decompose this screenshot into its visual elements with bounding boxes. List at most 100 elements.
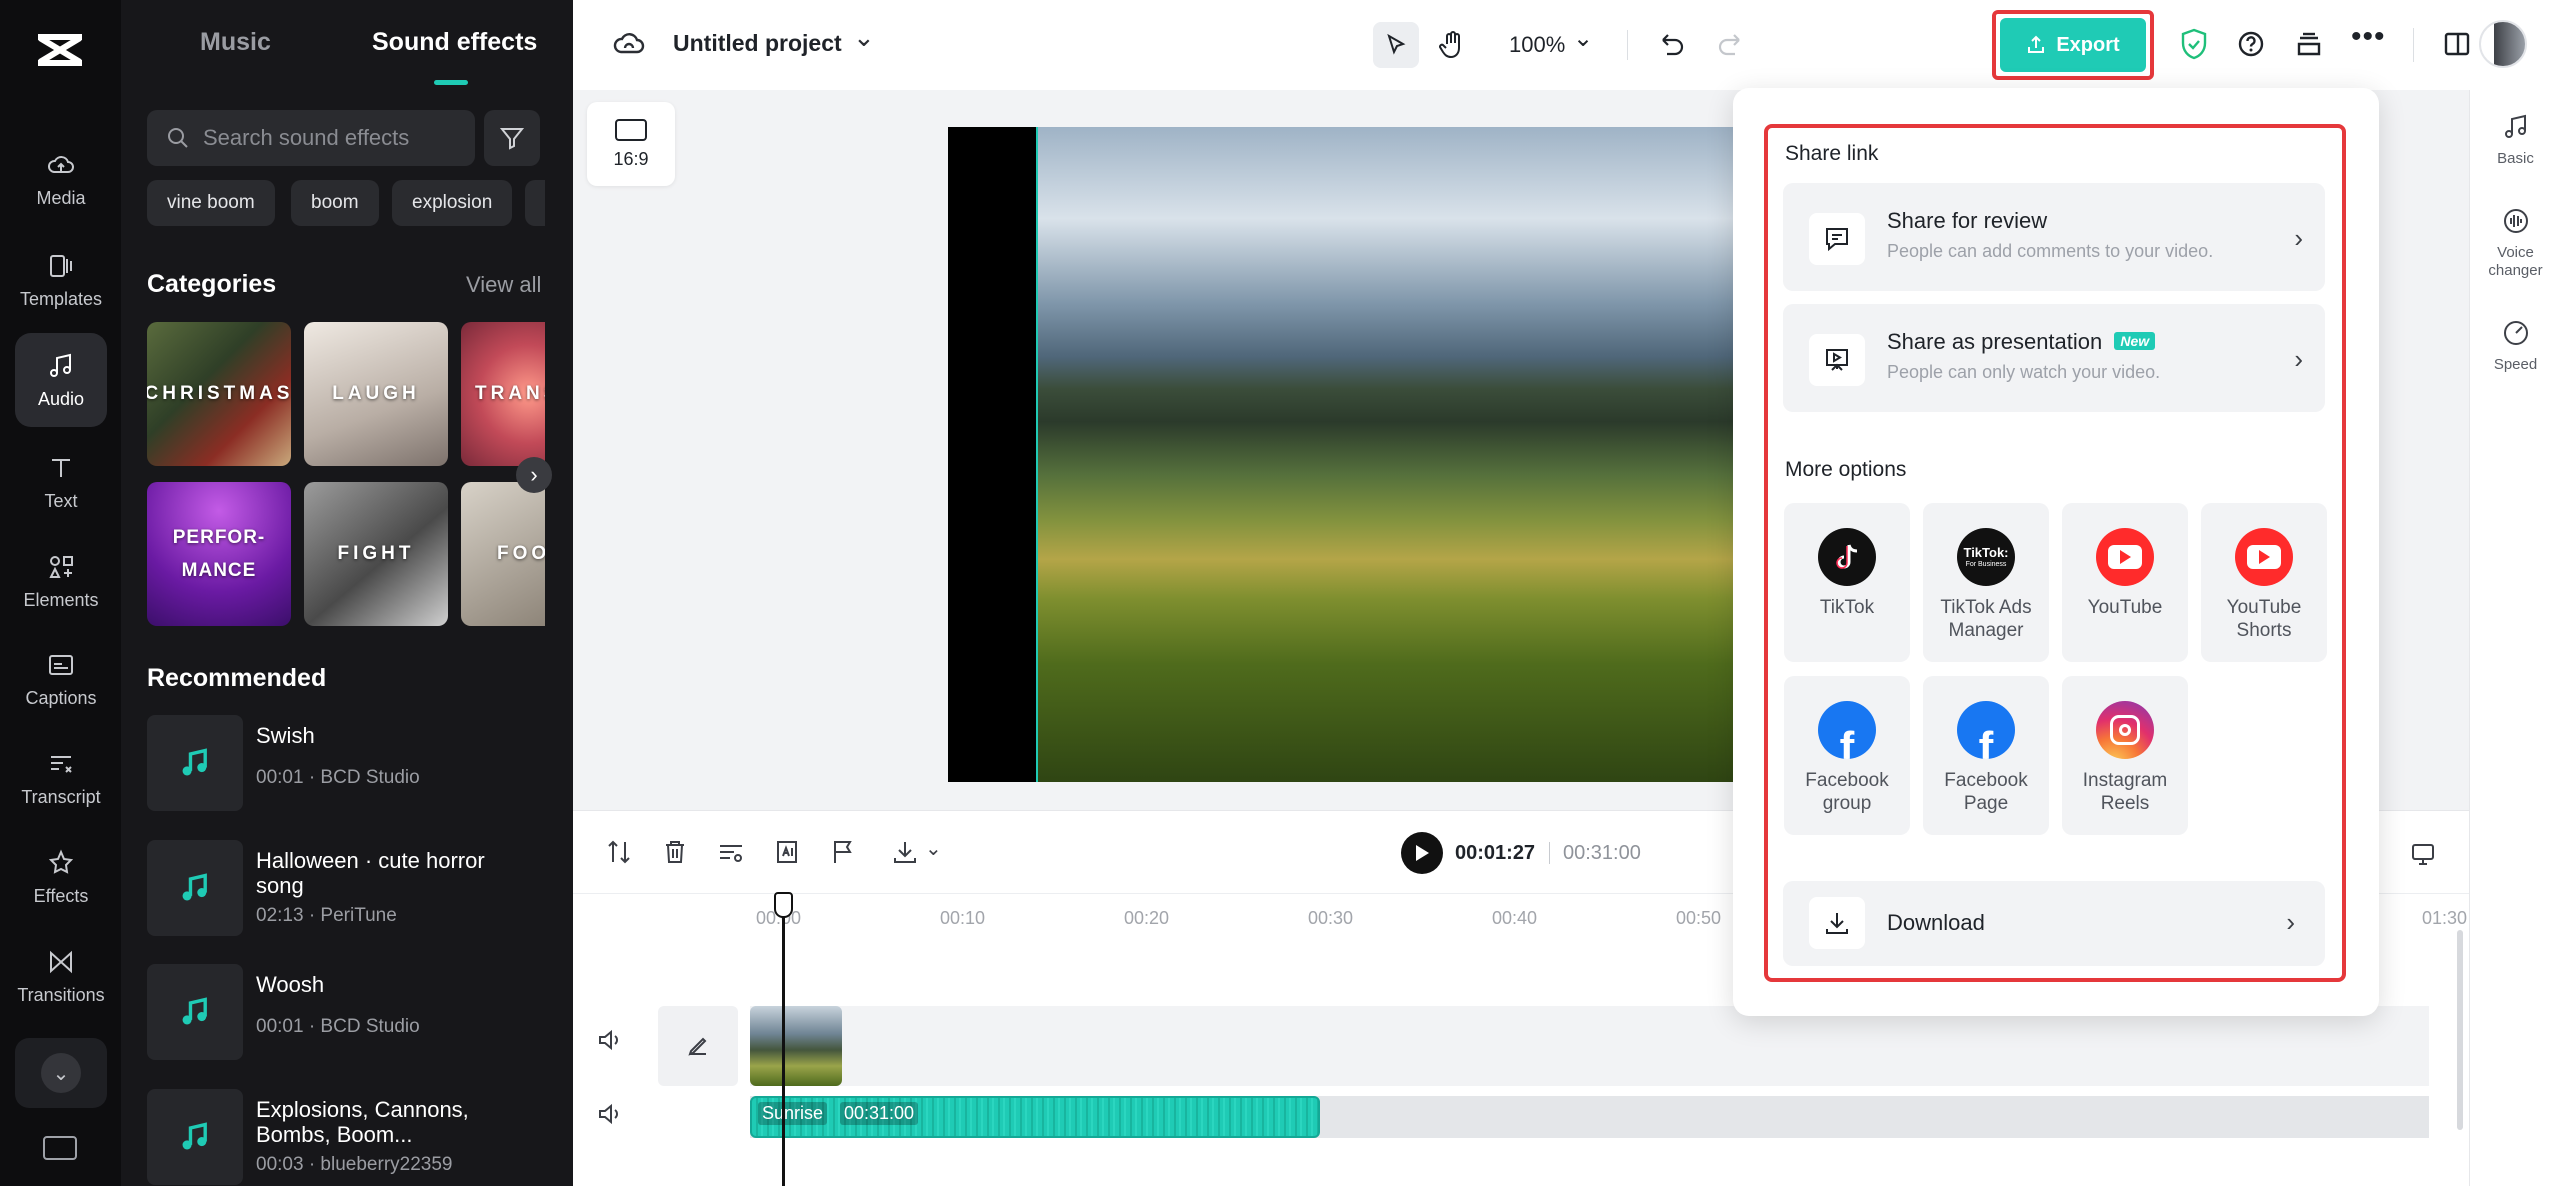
audio-panel: Music Sound effects Search sound effects…	[121, 0, 573, 1186]
option-tiktok-ads-manager[interactable]: TikTok: For Business TikTok Ads Manager	[1923, 503, 2049, 662]
presentation-icon	[1809, 334, 1865, 386]
tool-voice-changer[interactable]: Voice changer	[2470, 206, 2560, 280]
transitions-icon	[50, 950, 72, 973]
music-note-icon	[147, 964, 243, 1060]
share-link-title: Share link	[1785, 142, 1879, 165]
fullscreen-icon[interactable]	[2409, 840, 2437, 868]
project-name[interactable]: Untitled project	[673, 30, 842, 57]
option-instagram-reels[interactable]: Instagram Reels	[2062, 676, 2188, 835]
tiktok-icon	[1818, 528, 1876, 586]
rail-text[interactable]: Text	[15, 435, 107, 529]
download-icon	[1809, 897, 1865, 949]
trim-icon[interactable]	[717, 838, 745, 871]
rail-elements[interactable]: Elements	[15, 534, 107, 628]
play-button[interactable]	[1401, 832, 1443, 874]
flag-icon[interactable]	[829, 838, 857, 871]
delete-icon[interactable]	[661, 838, 689, 871]
download-button[interactable]: Download ›	[1783, 881, 2325, 966]
capcut-logo[interactable]	[36, 30, 84, 70]
ruler-label: 00:40	[1492, 908, 1538, 928]
rail-templates[interactable]: Templates	[15, 233, 107, 327]
speed-icon	[2503, 321, 2528, 345]
option-facebook-page[interactable]: f Facebook Page	[1923, 676, 2049, 835]
cloud-sync-icon[interactable]	[613, 30, 645, 58]
rail-label: Transcript	[21, 786, 101, 807]
option-youtube-shorts[interactable]: YouTube Shorts	[2201, 503, 2327, 662]
volume-icon[interactable]	[597, 1028, 623, 1052]
top-bar: Untitled project ⌄ 100% ⌄ Export •••	[573, 0, 2560, 90]
tab-music[interactable]: Music	[200, 28, 271, 57]
sound-item[interactable]: Halloween · cute horror song 02:13 · Per…	[147, 840, 567, 940]
volume-icon[interactable]	[597, 1102, 623, 1126]
help-icon[interactable]	[2237, 30, 2265, 58]
pencil-icon	[688, 1037, 707, 1056]
filter-button[interactable]	[484, 110, 540, 166]
category-laugh[interactable]: LAUGH	[304, 322, 448, 466]
chip-explosion[interactable]: explosion	[392, 180, 513, 226]
split-icon[interactable]	[605, 838, 633, 871]
tool-speed[interactable]: Speed	[2470, 318, 2560, 374]
tab-sound-effects[interactable]: Sound effects	[372, 28, 537, 57]
audio-clip[interactable]: Sunrise 00:31:00	[750, 1096, 1320, 1138]
rail-transitions[interactable]: Transitions	[15, 929, 107, 1023]
chevron-down-icon[interactable]: ⌄	[925, 836, 942, 861]
rail-more-button[interactable]: ⌄	[15, 1038, 107, 1108]
rail-effects[interactable]: Effects	[15, 830, 107, 924]
rail-captions[interactable]: Captions	[15, 632, 107, 726]
categories-next-button[interactable]: ›	[516, 457, 552, 493]
rail-media[interactable]: Media	[15, 132, 107, 226]
option-youtube[interactable]: YouTube	[2062, 503, 2188, 662]
layers-icon[interactable]	[2295, 30, 2323, 58]
view-all-link[interactable]: View all	[466, 272, 541, 298]
new-badge: New	[2114, 332, 2156, 350]
hand-icon[interactable]	[1439, 30, 1467, 60]
playhead-handle[interactable]	[774, 892, 793, 918]
sound-item[interactable]: Woosh 00:01 · BCD Studio	[147, 964, 567, 1064]
aspect-ratio-button[interactable]: 16:9	[587, 102, 675, 186]
category-christmas[interactable]: CHRISTMAS	[147, 322, 291, 466]
ai-icon[interactable]	[773, 838, 801, 871]
ruler-label: 01:30	[2422, 908, 2468, 928]
cover-edit-button[interactable]	[658, 1006, 738, 1086]
export-button[interactable]: Export	[2000, 18, 2146, 72]
sound-title: Woosh	[256, 972, 325, 997]
select-tool-button[interactable]	[1373, 22, 1419, 68]
rail-audio[interactable]: Audio	[15, 333, 107, 427]
chip-boom[interactable]: boom	[291, 180, 379, 226]
panel-toggle-icon[interactable]	[2443, 30, 2471, 58]
share-for-review-button[interactable]: Share for review People can add comments…	[1783, 183, 2325, 291]
option-tiktok[interactable]: TikTok	[1784, 503, 1910, 662]
category-fight[interactable]: FIGHT	[304, 482, 448, 626]
video-clip[interactable]	[750, 1006, 842, 1086]
templates-icon	[50, 254, 72, 277]
tool-basic[interactable]: Basic	[2470, 112, 2560, 168]
avatar[interactable]	[2479, 20, 2527, 68]
divider	[1627, 30, 1628, 60]
search-input[interactable]: Search sound effects	[147, 110, 475, 166]
sound-item[interactable]: Swish 00:01 · BCD Studio	[147, 715, 567, 815]
rail-label: Text	[44, 490, 78, 511]
redo-icon[interactable]	[1717, 32, 1743, 56]
chevron-down-icon: ⌄	[41, 1053, 81, 1093]
category-performance[interactable]: PERFOR- MANCE	[147, 482, 291, 626]
sound-item[interactable]: Explosions, Cannons, Bombs, Boom... 00:0…	[147, 1089, 567, 1189]
facebook-icon: f	[1818, 701, 1876, 759]
undo-icon[interactable]	[1659, 32, 1685, 56]
chevron-down-icon[interactable]: ⌄	[853, 22, 875, 53]
share-as-presentation-button[interactable]: Share as presentation New People can onl…	[1783, 304, 2325, 412]
category-transitions[interactable]: TRANSI	[461, 322, 545, 466]
download-icon[interactable]	[891, 838, 919, 871]
option-facebook-group[interactable]: f Facebook group	[1784, 676, 1910, 835]
time-separator	[1549, 842, 1550, 864]
rail-transcript[interactable]: Transcript	[15, 731, 107, 825]
timeline-scrollbar[interactable]	[2457, 930, 2463, 1130]
keyboard-icon[interactable]	[43, 1136, 77, 1160]
category-food[interactable]: FOO	[461, 482, 545, 626]
chevron-down-icon[interactable]: ⌄	[1573, 24, 1593, 53]
shield-icon[interactable]	[2180, 28, 2208, 60]
more-icon[interactable]: •••	[2351, 20, 2386, 54]
zoom-level[interactable]: 100%	[1509, 32, 1565, 58]
chip-vine-boom[interactable]: vine boom	[147, 180, 275, 226]
playhead[interactable]	[782, 892, 785, 1186]
chip-partial[interactable]	[525, 180, 545, 226]
